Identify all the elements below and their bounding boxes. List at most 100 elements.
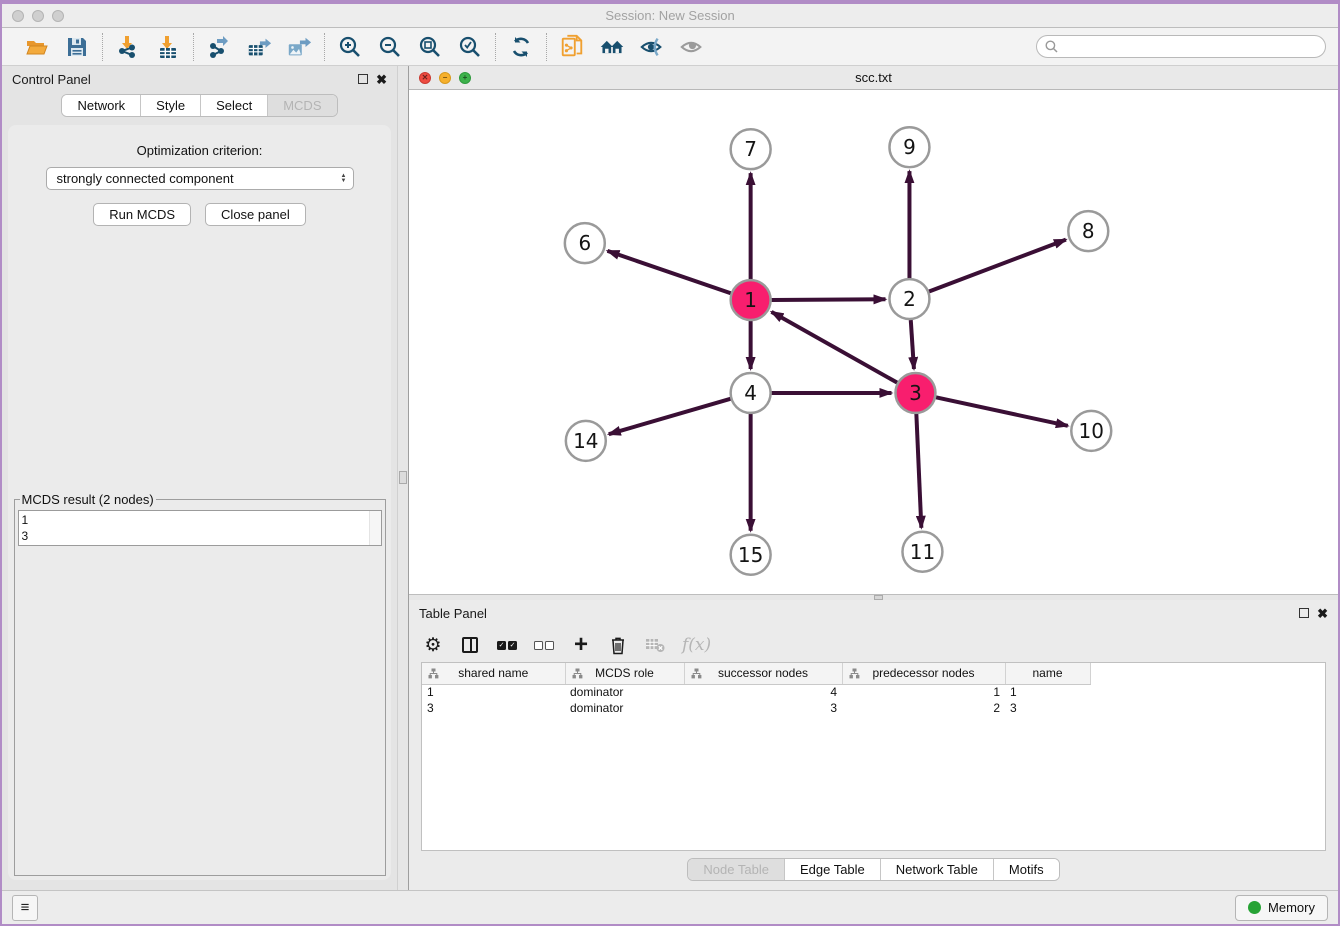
edge-4-14[interactable]: [609, 399, 731, 434]
edge-3-11[interactable]: [916, 414, 921, 528]
result-item: 1: [22, 512, 378, 528]
close-panel-icon[interactable]: ✖: [376, 73, 387, 86]
graph-node-4[interactable]: 4: [731, 373, 771, 413]
control-panel: Control Panel ✖ Network Style Select MCD…: [2, 66, 397, 890]
graph-node-11[interactable]: 11: [902, 532, 942, 572]
search-field[interactable]: [1036, 35, 1326, 58]
close-panel-button[interactable]: Close panel: [205, 203, 306, 226]
task-history-button[interactable]: ≡: [12, 895, 38, 921]
column-visibility-icon[interactable]: [460, 634, 480, 656]
home-networks-icon[interactable]: [599, 34, 625, 60]
table-settings-icon[interactable]: ⚙: [423, 634, 443, 656]
export-image-icon[interactable]: [286, 34, 312, 60]
show-details-icon[interactable]: [679, 34, 705, 60]
memory-button[interactable]: Memory: [1235, 895, 1328, 921]
edge-2-8[interactable]: [929, 240, 1066, 292]
panel-splitter-vertical[interactable]: [397, 66, 409, 890]
svg-text:4: 4: [744, 381, 757, 405]
table-toolbar: ⚙ ✓✓ + f(x): [409, 626, 1338, 662]
table-panel: Table Panel ✖ ⚙ ✓✓ +: [409, 600, 1338, 890]
svg-text:14: 14: [573, 429, 598, 453]
tab-select[interactable]: Select: [200, 95, 267, 116]
hide-details-icon[interactable]: [639, 34, 665, 60]
svg-text:8: 8: [1082, 219, 1095, 243]
zoom-in-icon[interactable]: [337, 34, 363, 60]
float-panel-icon[interactable]: [358, 74, 368, 84]
control-panel-tab-group: Network Style Select MCDS: [61, 94, 337, 117]
edge-1-6[interactable]: [607, 251, 730, 293]
import-table-icon[interactable]: [155, 34, 181, 60]
refresh-icon[interactable]: [508, 34, 534, 60]
float-panel-icon[interactable]: [1299, 608, 1309, 618]
splitter-grip[interactable]: [874, 595, 883, 600]
column-header-shared-name[interactable]: shared name: [422, 663, 565, 684]
graph-node-10[interactable]: 10: [1071, 411, 1111, 451]
attribute-type-icon: [849, 668, 860, 679]
delete-column-icon[interactable]: [608, 634, 628, 656]
share-document-icon[interactable]: [559, 34, 585, 60]
tab-network-table[interactable]: Network Table: [880, 859, 993, 880]
edge-3-1[interactable]: [772, 312, 898, 383]
memory-label: Memory: [1268, 900, 1315, 915]
svg-text:7: 7: [744, 137, 757, 161]
control-panel-header: Control Panel ✖: [2, 66, 397, 92]
svg-text:9: 9: [903, 135, 916, 159]
svg-text:2: 2: [903, 287, 916, 311]
graph-node-9[interactable]: 9: [889, 127, 929, 167]
criterion-select[interactable]: strongly connected component ▲▼: [46, 167, 354, 190]
zoom-out-icon[interactable]: [377, 34, 403, 60]
zoom-selected-icon[interactable]: [457, 34, 483, 60]
table-row[interactable]: 1 dominator 4 1 1: [422, 684, 1090, 700]
memory-status-icon: [1248, 901, 1261, 914]
svg-text:1: 1: [744, 288, 757, 312]
graph-node-2[interactable]: 2: [889, 279, 929, 319]
splitter-grip[interactable]: [399, 471, 407, 484]
svg-text:15: 15: [738, 543, 763, 567]
graph-node-14[interactable]: 14: [566, 421, 606, 461]
graph-node-1[interactable]: 1: [731, 280, 771, 320]
graph-node-3[interactable]: 3: [895, 373, 935, 413]
graph-node-8[interactable]: 8: [1068, 211, 1108, 251]
column-header-successor-nodes[interactable]: successor nodes: [684, 663, 842, 684]
control-panel-title: Control Panel: [12, 72, 91, 87]
tab-edge-table[interactable]: Edge Table: [784, 859, 880, 880]
deselect-all-icon[interactable]: [534, 634, 554, 656]
graph-node-7[interactable]: 7: [731, 129, 771, 169]
add-column-icon[interactable]: +: [571, 634, 591, 656]
panel-splitter-horizontal[interactable]: [409, 594, 1338, 600]
zoom-fit-icon[interactable]: [417, 34, 443, 60]
column-header-name[interactable]: name: [1005, 663, 1090, 684]
edge-2-3[interactable]: [911, 320, 914, 369]
attribute-type-icon: [572, 668, 583, 679]
table-tab-group: Node Table Edge Table Network Table Moti…: [687, 858, 1059, 881]
export-network-icon[interactable]: [206, 34, 232, 60]
svg-text:10: 10: [1079, 419, 1104, 443]
network-title: scc.txt: [409, 70, 1338, 85]
edge-3-10[interactable]: [936, 397, 1068, 425]
close-panel-icon[interactable]: ✖: [1317, 607, 1328, 620]
import-network-icon[interactable]: [115, 34, 141, 60]
open-file-icon[interactable]: [24, 34, 50, 60]
network-canvas[interactable]: 7 9 6 8 1 2 4 3 14 10 15 11: [409, 90, 1338, 594]
delete-table-icon: [645, 634, 665, 656]
tab-motifs[interactable]: Motifs: [993, 859, 1059, 880]
mcds-result-list[interactable]: 1 3: [18, 510, 382, 546]
save-session-icon[interactable]: [64, 34, 90, 60]
graph-node-15[interactable]: 15: [731, 535, 771, 575]
tab-mcds[interactable]: MCDS: [267, 95, 336, 116]
tab-node-table[interactable]: Node Table: [688, 859, 784, 880]
result-item: 3: [22, 528, 378, 544]
edge-1-2[interactable]: [772, 299, 886, 300]
column-header-mcds-role[interactable]: MCDS role: [565, 663, 684, 684]
table-panel-header: Table Panel ✖: [409, 600, 1338, 626]
search-input[interactable]: [1063, 40, 1317, 54]
graph-node-6[interactable]: 6: [565, 223, 605, 263]
run-mcds-button[interactable]: Run MCDS: [93, 203, 191, 226]
select-all-icon[interactable]: ✓✓: [497, 634, 517, 656]
tab-style[interactable]: Style: [140, 95, 200, 116]
table-row[interactable]: 3 dominator 3 2 3: [422, 700, 1090, 716]
export-table-icon[interactable]: [246, 34, 272, 60]
tab-network[interactable]: Network: [62, 95, 140, 116]
session-title: Session: New Session: [2, 8, 1338, 23]
column-header-predecessor-nodes[interactable]: predecessor nodes: [842, 663, 1005, 684]
